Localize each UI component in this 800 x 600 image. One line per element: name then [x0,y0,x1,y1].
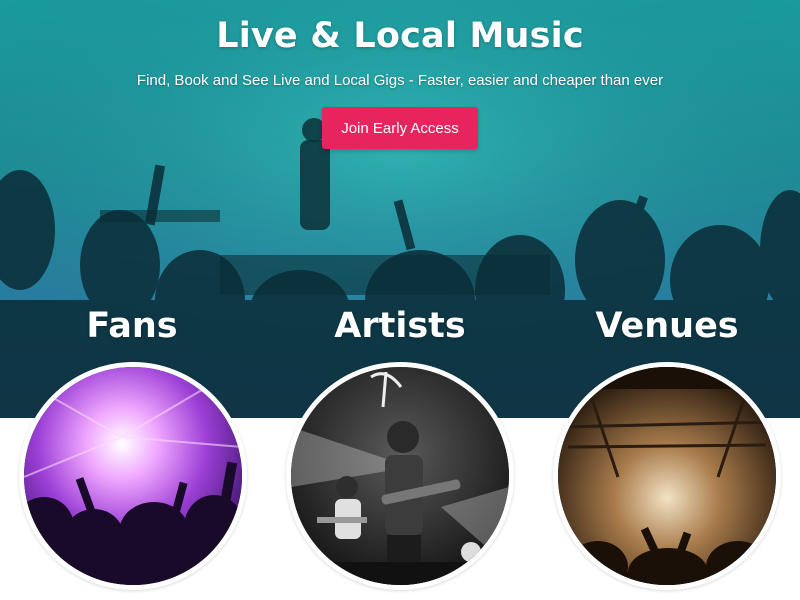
fans-heading: Fans [86,306,178,346]
venue-stage-photo [558,367,776,585]
crowd-purple-lights-photo [24,367,242,585]
artists-heading: Artists [334,306,466,346]
concert-background-image [0,0,800,418]
hero-subtitle: Find, Book and See Live and Local Gigs -… [136,72,664,89]
hero-section: Live & Local Music Find, Book and See Li… [0,0,800,418]
venues-heading: Venues [595,306,739,346]
band-performing-photo [291,367,509,585]
hero-title: Live & Local Music [216,16,584,56]
venues-image[interactable] [553,362,781,590]
join-early-access-button[interactable]: Join Early Access [322,107,478,149]
fans-image[interactable] [19,362,247,590]
artists-image[interactable] [286,362,514,590]
